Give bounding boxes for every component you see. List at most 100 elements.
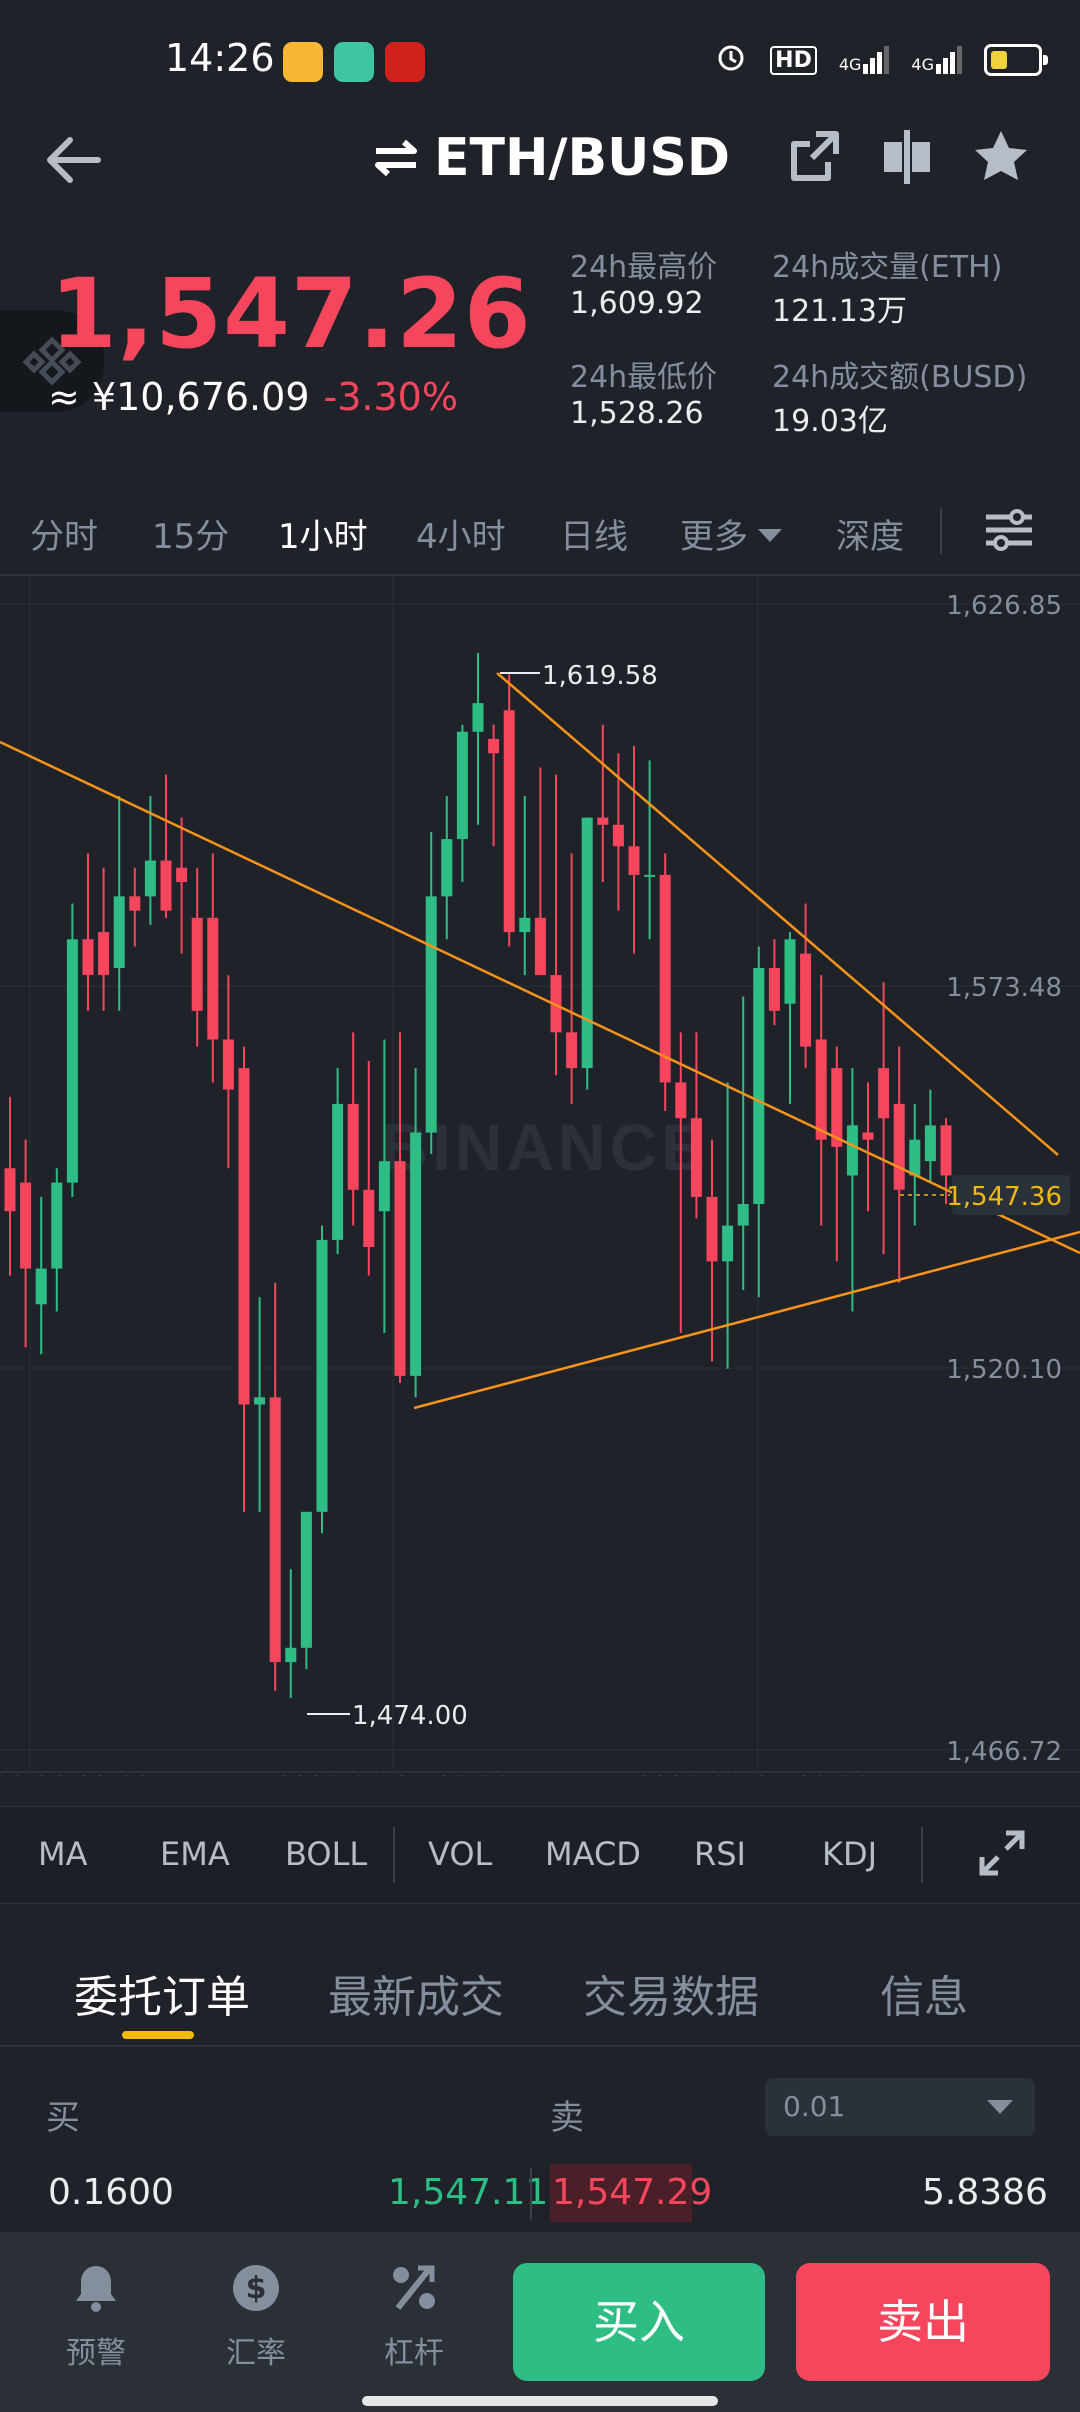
ask-price: 1,547.29 [552, 2172, 713, 2213]
candle-body [144, 860, 156, 897]
indicator-ema[interactable]: EMA [160, 1835, 230, 1873]
fullscreen-icon[interactable] [978, 1829, 1026, 1885]
candle-body [269, 1397, 281, 1663]
candle-body [363, 1189, 375, 1248]
sell-column-label: 卖 [550, 2098, 584, 2138]
leverage-button[interactable]: 杠杆 [354, 2262, 474, 2372]
tab-more[interactable]: 更多 [680, 509, 782, 558]
bid-price: 1,547.11 [388, 2172, 549, 2213]
tab-more-label: 更多 [680, 517, 748, 557]
svg-text:$: $ [246, 2271, 267, 2306]
red-app-icon [385, 42, 425, 82]
indicator-boll[interactable]: BOLL [285, 1835, 367, 1873]
candle-body [35, 1268, 47, 1305]
candle-body [410, 1132, 422, 1376]
indicator-kdj[interactable]: KDJ [822, 1835, 877, 1873]
signal-icon-1: 4G [839, 46, 890, 74]
header-actions [788, 128, 1030, 190]
back-button[interactable] [40, 130, 110, 190]
tab-4h[interactable]: 4小时 [416, 509, 506, 558]
candle-body [300, 1511, 312, 1648]
tab-info[interactable]: 信息 [880, 1961, 968, 2025]
candle-body [98, 932, 110, 976]
alert-button[interactable]: 预警 [36, 2262, 156, 2372]
bid-quantity: 0.1600 [48, 2172, 174, 2213]
swap-icon [375, 139, 417, 177]
candle-body [862, 1132, 874, 1140]
x-tick-label: 08-30 09:00 [0, 1772, 151, 1776]
indicator-vol[interactable]: VOL [428, 1835, 492, 1873]
candle-body [503, 710, 515, 933]
candle-body [628, 846, 640, 875]
tab-1h[interactable]: 1小时 [278, 509, 368, 558]
tab-15m[interactable]: 15分 [152, 509, 229, 558]
candle-body [332, 1103, 344, 1240]
indicator-macd[interactable]: MACD [545, 1835, 641, 1873]
candle-body [238, 1068, 250, 1405]
candle-body [441, 839, 453, 897]
y-tick-label: 1,466.72 [946, 1737, 1062, 1767]
low-value: 1,528.26 [570, 396, 704, 431]
tab-daily[interactable]: 日线 [560, 509, 628, 558]
status-bar: 14:26 HD 4G 4G [0, 0, 1080, 122]
exchange-rate-button[interactable]: $ 汇率 [196, 2262, 316, 2372]
indicator-ma[interactable]: MA [38, 1835, 88, 1873]
hd-icon: HD [770, 45, 817, 75]
indicator-rsi[interactable]: RSI [694, 1835, 746, 1873]
buy-column-label: 买 [46, 2098, 80, 2138]
share-icon[interactable] [788, 128, 842, 190]
ask-quantity: 5.8386 [922, 2172, 1048, 2213]
candle-body [207, 917, 219, 1040]
star-icon[interactable] [972, 128, 1030, 190]
max-price-label: 1,619.58 [542, 661, 658, 691]
section-tabs: 委托订单 最新成交 交易数据 信息 [0, 1935, 1080, 2047]
sell-button[interactable]: 卖出 [796, 2263, 1050, 2381]
candle-body [472, 703, 484, 732]
candle-body [488, 738, 500, 754]
tab-trade-data[interactable]: 交易数据 [583, 1961, 759, 2025]
dropdown-caret-icon [987, 2100, 1013, 2114]
candle-body [924, 1125, 936, 1162]
weibo-app-icon [283, 42, 323, 82]
dollar-icon: $ [233, 2265, 279, 2311]
x-tick-label: 2022-08-31 06:00 [276, 1772, 510, 1776]
price-sub: ≈ ¥10,676.09 -3.30% [48, 375, 458, 419]
candle-body [4, 1168, 16, 1212]
candle-body [66, 939, 78, 1183]
candle-body [378, 1161, 390, 1212]
candle-body [612, 824, 624, 847]
percent-icon [393, 2265, 435, 2310]
buy-button[interactable]: 买入 [513, 2263, 765, 2381]
status-right: HD 4G 4G [714, 40, 1048, 80]
candle-body [675, 1082, 687, 1119]
home-indicator[interactable] [362, 2396, 718, 2406]
tab-divider [940, 508, 942, 554]
candle-body [815, 1039, 827, 1140]
candle-body [222, 1039, 234, 1090]
pin-icon[interactable] [880, 128, 934, 190]
tab-depth[interactable]: 深度 [836, 509, 904, 558]
candle-body [893, 1103, 905, 1190]
battery-icon [984, 44, 1048, 76]
indicator-bar: MA EMA BOLL VOL MACD RSI KDJ [0, 1806, 1080, 1904]
candle-body [846, 1125, 858, 1176]
candle-body [534, 917, 546, 976]
precision-value: 0.01 [783, 2090, 846, 2123]
candlestick-chart[interactable]: BINANCE1,619.581,474.001,626.851,573.481… [0, 576, 1080, 1776]
tab-latest-trades[interactable]: 最新成交 [328, 1961, 504, 2025]
tab-timeshare[interactable]: 分时 [30, 509, 98, 558]
y-tick-label: 1,626.85 [946, 591, 1062, 621]
tab-orders[interactable]: 委托订单 [74, 1961, 250, 2025]
pair-selector[interactable]: ETH/BUSD [372, 128, 730, 188]
approx-cny: ≈ ¥10,676.09 [48, 375, 310, 419]
active-tab-indicator [122, 2031, 194, 2039]
candle-body [191, 917, 203, 1011]
x-tick-label: 2022-09-01 03:00 [636, 1772, 870, 1776]
candle-body [113, 896, 125, 968]
book-divider [530, 2168, 532, 2220]
candle-body [597, 817, 609, 825]
timeframe-tabs: 分时 15分 1小时 4小时 日线 更多 深度 [0, 505, 1080, 575]
pair-title: ETH/BUSD [434, 128, 730, 188]
precision-select[interactable]: 0.01 [765, 2078, 1035, 2136]
chart-settings-icon[interactable] [984, 505, 1034, 564]
